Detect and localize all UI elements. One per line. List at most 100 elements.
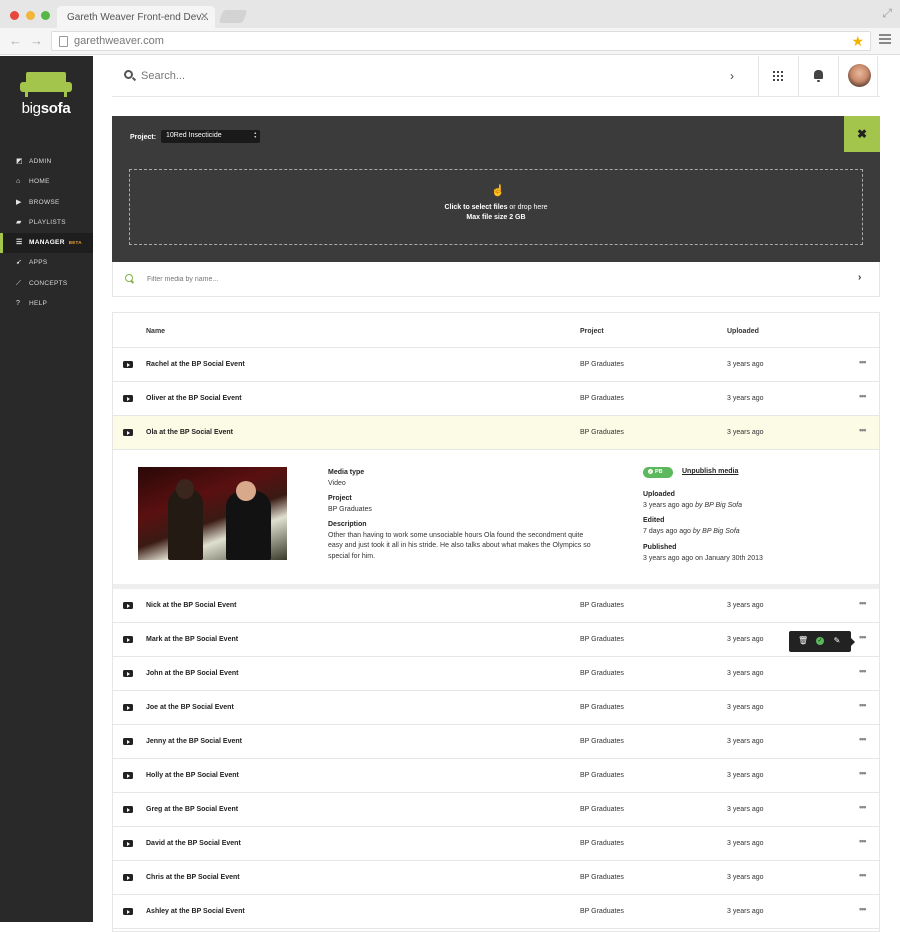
media-name[interactable]: Mark at the BP Social Event xyxy=(146,636,238,643)
published-badge: PB xyxy=(643,467,673,478)
media-name[interactable]: Chris at the BP Social Event xyxy=(146,874,240,881)
media-project: BP Graduates xyxy=(580,908,624,915)
forward-arrow-icon[interactable]: → xyxy=(30,33,43,48)
search-input[interactable] xyxy=(141,68,541,84)
user-menu-button[interactable] xyxy=(838,56,878,97)
table-header: Name Project Uploaded xyxy=(113,313,879,348)
sidebar-item-apps[interactable]: ➹ APPS xyxy=(0,253,93,273)
video-play-icon xyxy=(123,874,133,881)
table-row[interactable]: Ashley at the BP Social Event BP Graduate… xyxy=(113,895,879,929)
media-uploaded: 3 years ago xyxy=(727,670,764,677)
video-thumbnail[interactable] xyxy=(138,467,287,560)
filter-chevron-right-icon[interactable]: › xyxy=(858,272,861,283)
delete-icon[interactable]: 🗑 xyxy=(798,637,808,645)
media-uploaded: 3 years ago xyxy=(727,602,764,609)
bigsofa-logo[interactable]: bigsofa xyxy=(20,72,72,117)
media-name[interactable]: Holly at the BP Social Event xyxy=(146,772,239,779)
expand-icon[interactable]: ⤢ xyxy=(882,6,892,21)
column-header-uploaded[interactable]: Uploaded xyxy=(727,328,759,335)
table-row[interactable]: Jenny at the BP Social Event BP Graduates… xyxy=(113,725,879,759)
minimize-window-button[interactable] xyxy=(26,11,35,20)
row-actions-popover: 🗑 ✓ ✎ xyxy=(789,631,855,652)
more-options-icon[interactable]: ••• xyxy=(859,391,867,401)
close-window-button[interactable] xyxy=(10,11,19,20)
more-options-icon[interactable]: ••• xyxy=(859,425,867,435)
max-file-size: Max file size 2 GB xyxy=(466,214,526,221)
table-row[interactable]: Rachel at the BP Social Event BP Graduate… xyxy=(113,348,879,382)
close-tab-icon[interactable]: ✕ xyxy=(200,10,209,23)
notifications-button[interactable] xyxy=(798,56,838,97)
new-tab-button[interactable] xyxy=(218,10,248,23)
chart-icon: ⟋ xyxy=(16,279,22,287)
media-name[interactable]: Jenny at the BP Social Event xyxy=(146,738,242,745)
media-project: BP Graduates xyxy=(580,361,624,368)
column-header-name[interactable]: Name xyxy=(146,328,165,335)
media-uploaded: 3 years ago xyxy=(727,772,764,779)
filter-search-icon xyxy=(125,274,133,282)
column-header-project[interactable]: Project xyxy=(580,328,604,335)
table-row[interactable]: Joe at the BP Social Event BP Graduates 3 … xyxy=(113,691,879,725)
table-row[interactable]: Holly at the BP Social Event BP Graduates… xyxy=(113,759,879,793)
browser-toolbar: ← → garethweaver.com ★ xyxy=(0,28,900,55)
unpublish-media-link[interactable]: Unpublish media xyxy=(682,468,738,475)
more-options-icon[interactable]: ••• xyxy=(859,836,867,846)
more-options-icon[interactable]: ••• xyxy=(859,904,867,914)
media-project: BP Graduates xyxy=(580,806,624,813)
more-options-icon[interactable]: ••• xyxy=(859,768,867,778)
more-options-icon[interactable]: ••• xyxy=(859,734,867,744)
project-select[interactable]: 10Red Insecticide xyxy=(161,130,260,143)
media-name[interactable]: Ola at the BP Social Event xyxy=(146,429,233,436)
filter-media-input[interactable] xyxy=(147,272,547,286)
edit-icon[interactable]: ✎ xyxy=(833,637,841,645)
back-arrow-icon[interactable]: ← xyxy=(9,33,22,48)
sidebar-item-admin[interactable]: ◩ ADMIN xyxy=(0,152,93,172)
more-options-icon[interactable]: ••• xyxy=(859,666,867,676)
media-project: BP Graduates xyxy=(580,395,624,402)
more-options-icon[interactable]: ••• xyxy=(859,598,867,608)
apps-grid-button[interactable] xyxy=(758,56,798,97)
table-row[interactable]: Nick at the BP Social Event BP Graduates 3… xyxy=(113,589,879,623)
browser-tab[interactable]: Gareth Weaver Front-end Dev... ✕ xyxy=(57,6,215,28)
table-row[interactable]: John at the BP Social Event BP Graduates 3… xyxy=(113,657,879,691)
sidebar-item-manager[interactable]: ☰ MANAGER BETA xyxy=(0,233,93,254)
table-row[interactable]: Greg at the BP Social Event BP Graduates 3… xyxy=(113,793,879,827)
address-bar[interactable]: garethweaver.com ★ xyxy=(51,31,871,51)
close-upload-button[interactable]: ✖ xyxy=(844,116,880,152)
sidebar-item-playlists[interactable]: ▰ PLAYLISTS xyxy=(0,213,93,233)
more-options-icon[interactable]: ••• xyxy=(859,357,867,367)
media-name[interactable]: Nick at the BP Social Event xyxy=(146,602,237,609)
folder-icon: ▰ xyxy=(16,218,22,226)
sidebar-item-help[interactable]: ? HELP xyxy=(0,294,93,314)
file-dropzone[interactable]: ☝ Click to select files or drop here Max… xyxy=(129,169,863,245)
more-options-icon[interactable]: ••• xyxy=(859,632,867,642)
sidebar-item-browse[interactable]: ▶ BROWSE xyxy=(0,193,93,213)
table-row[interactable]: Mark at the BP Social Event BP Graduates 3… xyxy=(113,623,879,657)
more-options-icon[interactable]: ••• xyxy=(859,802,867,812)
maximize-window-button[interactable] xyxy=(41,11,50,20)
filter-bar: › xyxy=(112,262,880,297)
table-row[interactable]: Chris at the BP Social Event BP Graduates… xyxy=(113,861,879,895)
browse-icon: ▶ xyxy=(16,198,22,206)
more-options-icon[interactable]: ••• xyxy=(859,870,867,880)
media-uploaded: 3 years ago xyxy=(727,704,764,711)
video-play-icon xyxy=(123,738,133,745)
approve-check-icon[interactable]: ✓ xyxy=(816,637,824,645)
video-play-icon xyxy=(123,636,133,643)
table-row[interactable]: Oliver at the BP Social Event BP Graduate… xyxy=(113,382,879,416)
table-row[interactable]: Ola at the BP Social Event BP Graduates 3 … xyxy=(113,416,879,450)
chevron-right-icon[interactable]: › xyxy=(730,69,734,83)
sidebar-item-concepts[interactable]: ⟋ CONCEPTS xyxy=(0,274,93,294)
media-name[interactable]: Joe at the BP Social Event xyxy=(146,704,234,711)
table-row[interactable]: David at the BP Social Event BP Graduates… xyxy=(113,827,879,861)
media-name[interactable]: Oliver at the BP Social Event xyxy=(146,395,242,402)
published-info: Published 3 years ago ago on January 30th… xyxy=(643,544,763,562)
more-options-icon[interactable]: ••• xyxy=(859,700,867,710)
bookmark-star-icon[interactable]: ★ xyxy=(851,33,864,50)
media-name[interactable]: Ashley at the BP Social Event xyxy=(146,908,245,915)
sidebar-item-home[interactable]: ⌂ HOME xyxy=(0,172,93,192)
media-name[interactable]: Rachel at the BP Social Event xyxy=(146,361,245,368)
browser-menu-icon[interactable] xyxy=(879,34,891,46)
media-name[interactable]: John at the BP Social Event xyxy=(146,670,238,677)
media-name[interactable]: Greg at the BP Social Event xyxy=(146,806,238,813)
media-name[interactable]: David at the BP Social Event xyxy=(146,840,241,847)
